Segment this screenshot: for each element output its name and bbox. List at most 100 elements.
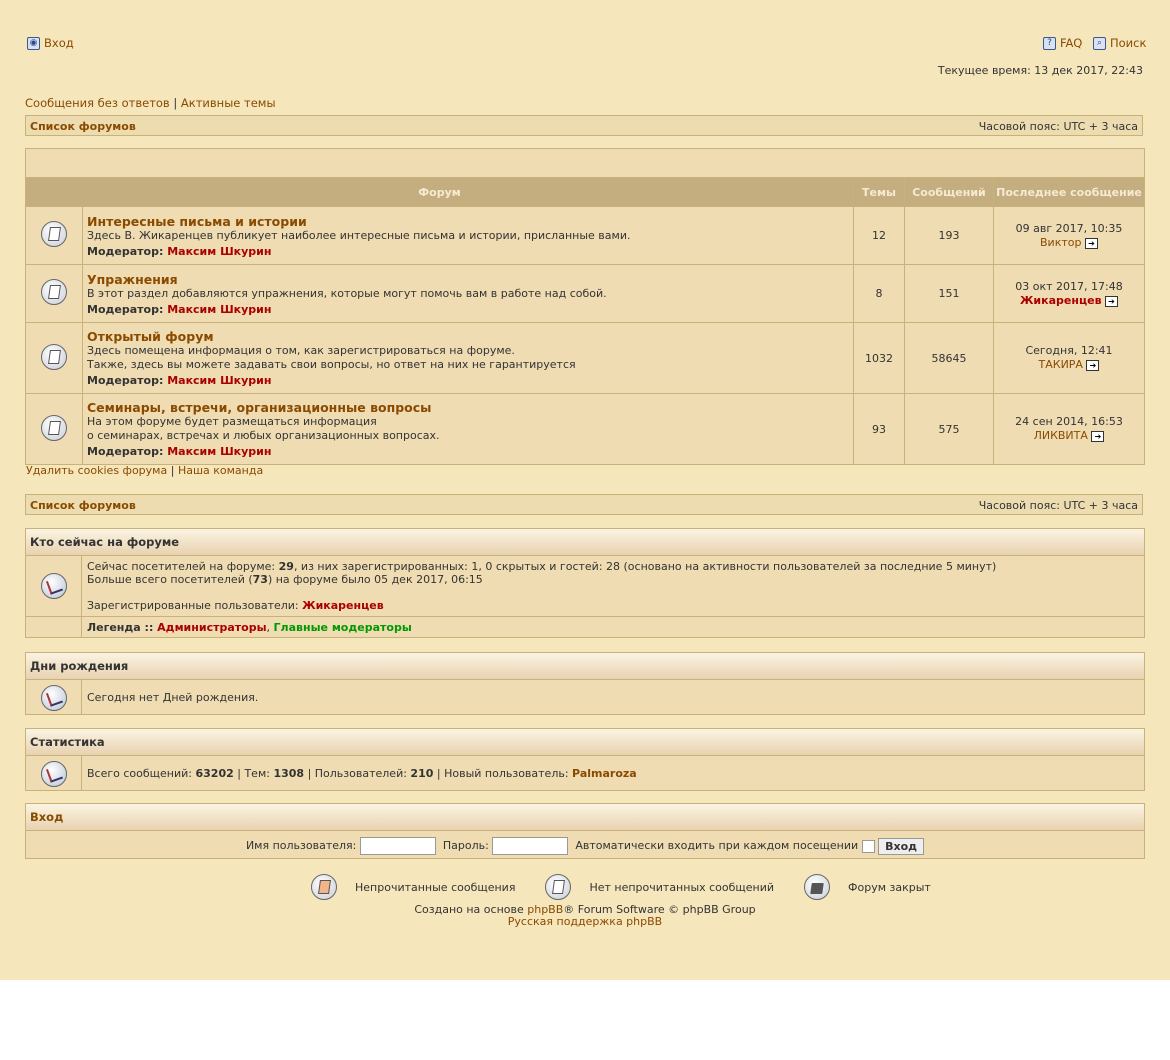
- statistics-title: Статистика: [26, 729, 1144, 756]
- login-form: Имя пользователя: Пароль: Автоматически …: [26, 831, 1144, 855]
- stat-users-label: | Пользователей:: [304, 767, 411, 780]
- legend-no-unread-label: Нет непрочитанных сообщений: [589, 880, 775, 894]
- forum-row: Открытый форум Здесь помещена информация…: [25, 322, 1145, 394]
- forums-table-top-cell: [25, 148, 1145, 178]
- page: ◉ Вход ? FAQ ⌕ Поиск Текущее время: 13 д…: [0, 0, 1170, 980]
- forum-posts: 58645: [904, 322, 994, 394]
- forums-table-header: Форум Темы Сообщений Последнее сообщение: [25, 177, 1145, 207]
- col-topics: Темы: [853, 177, 905, 207]
- forum-moderator: Модератор: Максим Шкурин: [87, 445, 849, 458]
- legend-gmods-link[interactable]: Главные модераторы: [274, 621, 412, 634]
- forum-desc: Здесь помещена информация о том, как зар…: [87, 344, 849, 372]
- registered-label: Зарегистрированные пользователи:: [87, 599, 303, 612]
- whosonline-icon: [40, 573, 67, 599]
- team-link[interactable]: Наша команда: [178, 464, 263, 477]
- russian-support-link[interactable]: Русская поддержка phpBB: [508, 915, 662, 928]
- last-post-date: 03 окт 2017, 17:48: [1015, 279, 1123, 293]
- login-title-link[interactable]: Вход: [30, 810, 63, 824]
- forums-table: Форум Темы Сообщений Последнее сообщение…: [25, 148, 1145, 465]
- unread-folder-icon: [311, 874, 337, 900]
- last-post-user-link[interactable]: Жикаренцев: [1020, 294, 1102, 307]
- last-post-author: ТАКИРА ➔: [995, 358, 1143, 372]
- view-latest-post-icon[interactable]: ➔: [1091, 431, 1105, 442]
- password-label: Пароль:: [442, 839, 489, 852]
- forum-title-link[interactable]: Упражнения: [87, 272, 178, 287]
- forum-moderator: Модератор: Максим Шкурин: [87, 245, 849, 258]
- forum-title-link[interactable]: Открытый форум: [87, 329, 214, 344]
- login-icon: ◉: [27, 36, 40, 50]
- faq-link[interactable]: ? FAQ: [1043, 36, 1082, 50]
- moderator-link[interactable]: Максим Шкурин: [167, 303, 271, 316]
- forum-desc: На этом форуме будет размещаться информа…: [87, 415, 849, 443]
- who-online-content: Сейчас посетителей на форуме: 29, из них…: [82, 556, 1144, 616]
- legend-admins-link[interactable]: Администраторы: [157, 621, 266, 634]
- login-section: Вход Имя пользователя: Пароль: Автоматич…: [25, 803, 1145, 859]
- legend-label: Легенда ::: [87, 621, 158, 634]
- forum-row: Семинары, встречи, организационные вопро…: [25, 393, 1145, 465]
- moderator-link[interactable]: Максим Шкурин: [167, 445, 271, 458]
- current-time: Текущее время: 13 дек 2017, 22:43: [937, 64, 1143, 77]
- registered-user-link[interactable]: Жикаренцев: [302, 599, 384, 612]
- who-online-row: Сейчас посетителей на форуме: 29, из них…: [26, 556, 1144, 617]
- forum-title-link[interactable]: Интересные письма и истории: [87, 214, 307, 229]
- view-latest-post-icon[interactable]: ➔: [1084, 237, 1098, 249]
- forum-desc-line: Здесь В. Жикаренцев публикует наиболее и…: [87, 228, 631, 242]
- forum-info-cell: Открытый форум Здесь помещена информация…: [82, 322, 854, 394]
- username-input[interactable]: [359, 837, 436, 855]
- online-line2-b: ) на форуме было 05 дек 2017, 06:15: [267, 573, 483, 586]
- locked-folder-icon: [804, 874, 831, 900]
- icon-legend: Непрочитанные сообщения Нет непрочитанны…: [311, 874, 931, 900]
- timezone-label: Часовой пояс: UTC + 3 часа: [978, 120, 1138, 133]
- search-link[interactable]: ⌕ Поиск: [1093, 36, 1146, 50]
- delete-cookies-link[interactable]: Удалить cookies форума: [26, 464, 167, 477]
- last-post-author: Виктор ➔: [995, 236, 1143, 250]
- birthday-icon: [40, 684, 67, 711]
- forum-icon-cell: [25, 206, 83, 265]
- new-user-link[interactable]: Palmaroza: [572, 767, 637, 780]
- login-link[interactable]: ◉ Вход: [27, 36, 74, 50]
- last-post-user-link[interactable]: Виктор: [1040, 236, 1081, 249]
- forum-desc-line: На этом форуме будет размещаться информа…: [87, 415, 377, 428]
- birthdays-section: Дни рождения Сегодня нет Дней рождения.: [25, 652, 1145, 715]
- moderator-link[interactable]: Максим Шкурин: [167, 374, 271, 387]
- who-online-title: Кто сейчас на форуме: [26, 529, 1144, 556]
- forum-last-post: 03 окт 2017, 17:48 Жикаренцев ➔: [993, 264, 1145, 323]
- login-title: Вход: [26, 804, 1144, 831]
- moderator-label: Модератор:: [87, 374, 164, 387]
- forum-topics: 12: [853, 206, 905, 265]
- forum-icon-cell: [25, 393, 83, 465]
- registered-users: Зарегистрированные пользователи: Жикарен…: [87, 599, 1139, 612]
- statistics-icon-cell: [26, 756, 82, 791]
- legend-content: Легенда :: Администраторы, Главные модер…: [82, 617, 1144, 638]
- faq-icon: ?: [1043, 36, 1056, 50]
- view-latest-post-icon[interactable]: ➔: [1105, 295, 1119, 307]
- login-link-label: Вход: [44, 36, 74, 50]
- forum-title-link[interactable]: Семинары, встречи, организационные вопро…: [87, 400, 431, 415]
- forum-index-link[interactable]: Список форумов: [30, 120, 136, 133]
- online-line-1: Сейчас посетителей на форуме: 29, из них…: [87, 560, 1139, 573]
- forum-read-icon: [41, 343, 67, 370]
- online-line-2: Больше всего посетителей (73) на форуме …: [87, 573, 1139, 586]
- login-submit-button[interactable]: Вход: [878, 837, 925, 855]
- moderator-label: Модератор:: [87, 445, 164, 458]
- online-line1-b: , из них зарегистрированных: 1, 0 скрыты…: [293, 560, 997, 573]
- autologin-checkbox[interactable]: [861, 839, 875, 853]
- navbar-bottom: Список форумов Часовой пояс: UTC + 3 час…: [25, 494, 1143, 515]
- col-posts: Сообщений: [904, 177, 994, 207]
- moderator-label: Модератор:: [87, 302, 164, 316]
- timezone-label-bottom: Часовой пояс: UTC + 3 часа: [978, 499, 1138, 512]
- password-input[interactable]: [492, 837, 569, 855]
- faq-link-label: FAQ: [1060, 36, 1083, 50]
- forum-index-link-bottom[interactable]: Список форумов: [30, 499, 136, 512]
- moderator-link[interactable]: Максим Шкурин: [167, 245, 271, 258]
- last-post-user-link[interactable]: ЛИКВИТА: [1034, 429, 1088, 442]
- stat-posts: 63202: [195, 767, 234, 780]
- stat-topics-label: | Тем:: [233, 767, 274, 780]
- view-latest-post-icon[interactable]: ➔: [1086, 360, 1100, 371]
- quick-links-sep: |: [173, 96, 178, 110]
- forum-last-post: 09 авг 2017, 10:35 Виктор ➔: [993, 206, 1145, 265]
- unanswered-link[interactable]: Сообщения без ответов: [25, 96, 170, 110]
- last-post-user-link[interactable]: ТАКИРА: [1039, 358, 1083, 371]
- stat-users: 210: [410, 767, 434, 780]
- active-topics-link[interactable]: Активные темы: [181, 96, 276, 110]
